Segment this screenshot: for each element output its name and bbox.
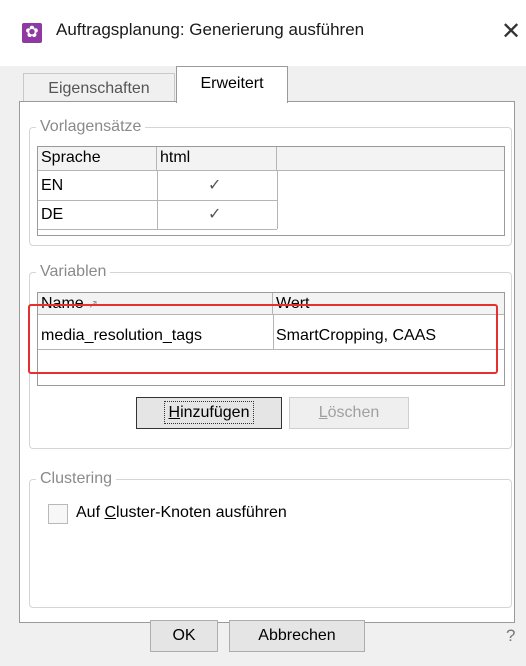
- help-icon[interactable]: ?: [506, 626, 515, 646]
- column-header-wert[interactable]: Wert: [273, 293, 504, 315]
- delete-button[interactable]: Löschen: [289, 397, 409, 429]
- variable-name-cell[interactable]: media_resolution_tags: [38, 325, 273, 347]
- close-icon[interactable]: ✕: [496, 14, 526, 50]
- column-header-empty: [277, 147, 504, 171]
- vorlagensaetze-table[interactable]: Sprache html EN ✓ DE ✓: [37, 146, 505, 236]
- sort-icon: ↗: [88, 297, 99, 311]
- cancel-button[interactable]: Abbrechen: [229, 620, 365, 652]
- column-header-sprache[interactable]: Sprache: [38, 147, 157, 171]
- app-icon: ✿: [22, 23, 42, 43]
- clustering-group: Clustering: [29, 470, 512, 608]
- vorlagensaetze-legend: Vorlagensätze: [40, 118, 142, 135]
- variable-value-cell[interactable]: SmartCropping, CAAS: [273, 325, 504, 347]
- column-header-name-label: Name: [41, 295, 84, 312]
- column-header-name[interactable]: Name ↗: [38, 293, 273, 315]
- ok-button[interactable]: OK: [150, 620, 218, 652]
- clustering-legend: Clustering: [40, 470, 113, 487]
- title-bar: ✿ Auftragsplanung: Generierung ausführen…: [0, 0, 526, 66]
- table-row-language-de[interactable]: DE: [38, 204, 157, 226]
- cluster-checkbox-label[interactable]: Auf Cluster-Knoten ausführen: [76, 504, 287, 522]
- column-header-html[interactable]: html: [157, 147, 277, 171]
- checkmark-icon[interactable]: ✓: [208, 175, 221, 195]
- variablen-table[interactable]: Name ↗ Wert media_resolution_tags SmartC…: [37, 292, 505, 386]
- add-button[interactable]: Hinzufügen: [136, 397, 282, 429]
- tab-erweitert[interactable]: Erweitert: [176, 66, 288, 103]
- checkmark-icon[interactable]: ✓: [208, 204, 221, 224]
- tab-eigenschaften[interactable]: Eigenschaften: [23, 73, 175, 104]
- table-row-language-en[interactable]: EN: [38, 175, 157, 197]
- dialog-window: ✿ Auftragsplanung: Generierung ausführen…: [0, 0, 526, 666]
- cluster-checkbox[interactable]: [48, 504, 68, 524]
- window-title: Auftragsplanung: Generierung ausführen: [56, 20, 365, 39]
- variablen-legend: Variablen: [40, 263, 107, 280]
